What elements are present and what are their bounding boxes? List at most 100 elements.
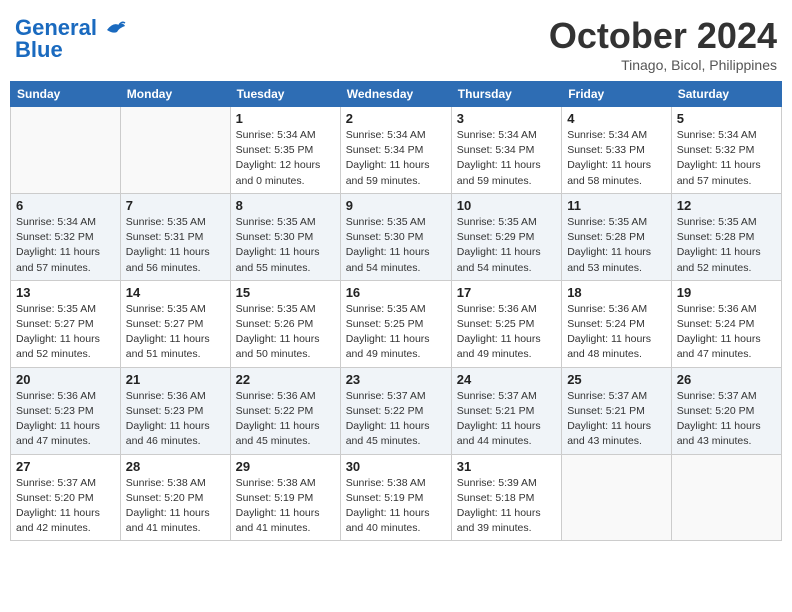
calendar-cell: 28 Sunrise: 5:38 AM Sunset: 5:20 PM Dayli… xyxy=(120,454,230,541)
day-info: Sunrise: 5:37 AM Sunset: 5:20 PM Dayligh… xyxy=(16,476,115,537)
day-info: Sunrise: 5:35 AM Sunset: 5:31 PM Dayligh… xyxy=(126,215,225,276)
day-number: 15 xyxy=(236,285,335,300)
day-info: Sunrise: 5:34 AM Sunset: 5:33 PM Dayligh… xyxy=(567,128,666,189)
day-number: 7 xyxy=(126,198,225,213)
calendar-cell xyxy=(562,454,672,541)
day-number: 4 xyxy=(567,111,666,126)
day-number: 20 xyxy=(16,372,115,387)
day-info: Sunrise: 5:35 AM Sunset: 5:29 PM Dayligh… xyxy=(457,215,556,276)
day-info: Sunrise: 5:36 AM Sunset: 5:25 PM Dayligh… xyxy=(457,302,556,363)
calendar-cell xyxy=(120,107,230,194)
day-info: Sunrise: 5:34 AM Sunset: 5:32 PM Dayligh… xyxy=(16,215,115,276)
day-number: 16 xyxy=(346,285,446,300)
day-info: Sunrise: 5:35 AM Sunset: 5:30 PM Dayligh… xyxy=(236,215,335,276)
day-number: 14 xyxy=(126,285,225,300)
day-info: Sunrise: 5:34 AM Sunset: 5:34 PM Dayligh… xyxy=(457,128,556,189)
weekday-header-sunday: Sunday xyxy=(11,82,121,107)
page-header: General Blue October 2024 Tinago, Bicol,… xyxy=(10,10,782,73)
day-info: Sunrise: 5:37 AM Sunset: 5:22 PM Dayligh… xyxy=(346,389,446,450)
calendar-cell: 22 Sunrise: 5:36 AM Sunset: 5:22 PM Dayli… xyxy=(230,367,340,454)
day-info: Sunrise: 5:38 AM Sunset: 5:19 PM Dayligh… xyxy=(236,476,335,537)
day-info: Sunrise: 5:37 AM Sunset: 5:21 PM Dayligh… xyxy=(567,389,666,450)
logo-bird-icon xyxy=(105,20,127,38)
calendar-cell: 18 Sunrise: 5:36 AM Sunset: 5:24 PM Dayli… xyxy=(562,280,672,367)
day-info: Sunrise: 5:35 AM Sunset: 5:26 PM Dayligh… xyxy=(236,302,335,363)
day-number: 6 xyxy=(16,198,115,213)
weekday-header-wednesday: Wednesday xyxy=(340,82,451,107)
day-info: Sunrise: 5:34 AM Sunset: 5:32 PM Dayligh… xyxy=(677,128,776,189)
calendar-cell: 16Sunrise: 5:35 AM Sunset: 5:25 PM Dayli… xyxy=(340,280,451,367)
day-number: 23 xyxy=(346,372,446,387)
calendar-cell: 24 Sunrise: 5:37 AM Sunset: 5:21 PM Dayli… xyxy=(451,367,561,454)
day-number: 18 xyxy=(567,285,666,300)
calendar-cell: 10 Sunrise: 5:35 AM Sunset: 5:29 PM Dayli… xyxy=(451,193,561,280)
day-number: 1 xyxy=(236,111,335,126)
calendar-cell: 20 Sunrise: 5:36 AM Sunset: 5:23 PM Dayli… xyxy=(11,367,121,454)
day-number: 12 xyxy=(677,198,776,213)
calendar-cell: 13 Sunrise: 5:35 AM Sunset: 5:27 PM Dayli… xyxy=(11,280,121,367)
day-number: 19 xyxy=(677,285,776,300)
day-number: 24 xyxy=(457,372,556,387)
weekday-header-monday: Monday xyxy=(120,82,230,107)
day-number: 27 xyxy=(16,459,115,474)
day-info: Sunrise: 5:37 AM Sunset: 5:21 PM Dayligh… xyxy=(457,389,556,450)
calendar-cell: 5Sunrise: 5:34 AM Sunset: 5:32 PM Daylig… xyxy=(671,107,781,194)
day-info: Sunrise: 5:34 AM Sunset: 5:35 PM Dayligh… xyxy=(236,128,335,189)
day-info: Sunrise: 5:36 AM Sunset: 5:23 PM Dayligh… xyxy=(16,389,115,450)
calendar-cell: 31 Sunrise: 5:39 AM Sunset: 5:18 PM Dayli… xyxy=(451,454,561,541)
logo-blue-text: Blue xyxy=(15,37,63,63)
calendar-cell: 30 Sunrise: 5:38 AM Sunset: 5:19 PM Dayli… xyxy=(340,454,451,541)
day-info: Sunrise: 5:35 AM Sunset: 5:30 PM Dayligh… xyxy=(346,215,446,276)
day-info: Sunrise: 5:36 AM Sunset: 5:24 PM Dayligh… xyxy=(567,302,666,363)
calendar-cell: 2Sunrise: 5:34 AM Sunset: 5:34 PM Daylig… xyxy=(340,107,451,194)
day-number: 26 xyxy=(677,372,776,387)
day-info: Sunrise: 5:36 AM Sunset: 5:24 PM Dayligh… xyxy=(677,302,776,363)
day-number: 10 xyxy=(457,198,556,213)
month-title: October 2024 xyxy=(549,15,777,57)
calendar-cell: 4 Sunrise: 5:34 AM Sunset: 5:33 PM Daylig… xyxy=(562,107,672,194)
day-number: 17 xyxy=(457,285,556,300)
day-number: 22 xyxy=(236,372,335,387)
calendar-cell: 21Sunrise: 5:36 AM Sunset: 5:23 PM Dayli… xyxy=(120,367,230,454)
calendar-cell: 6 Sunrise: 5:34 AM Sunset: 5:32 PM Daylig… xyxy=(11,193,121,280)
weekday-header-thursday: Thursday xyxy=(451,82,561,107)
calendar-header-row: SundayMondayTuesdayWednesdayThursdayFrid… xyxy=(11,82,782,107)
calendar-week-row: 1 Sunrise: 5:34 AM Sunset: 5:35 PM Daylig… xyxy=(11,107,782,194)
calendar-cell: 9Sunrise: 5:35 AM Sunset: 5:30 PM Daylig… xyxy=(340,193,451,280)
day-info: Sunrise: 5:35 AM Sunset: 5:27 PM Dayligh… xyxy=(16,302,115,363)
calendar-cell: 8Sunrise: 5:35 AM Sunset: 5:30 PM Daylig… xyxy=(230,193,340,280)
day-number: 3 xyxy=(457,111,556,126)
calendar-cell: 14Sunrise: 5:35 AM Sunset: 5:27 PM Dayli… xyxy=(120,280,230,367)
weekday-header-saturday: Saturday xyxy=(671,82,781,107)
day-info: Sunrise: 5:39 AM Sunset: 5:18 PM Dayligh… xyxy=(457,476,556,537)
calendar-cell: 29Sunrise: 5:38 AM Sunset: 5:19 PM Dayli… xyxy=(230,454,340,541)
calendar-cell: 7 Sunrise: 5:35 AM Sunset: 5:31 PM Daylig… xyxy=(120,193,230,280)
day-info: Sunrise: 5:36 AM Sunset: 5:23 PM Dayligh… xyxy=(126,389,225,450)
title-block: October 2024 Tinago, Bicol, Philippines xyxy=(549,15,777,73)
calendar-cell: 17 Sunrise: 5:36 AM Sunset: 5:25 PM Dayli… xyxy=(451,280,561,367)
day-number: 11 xyxy=(567,198,666,213)
weekday-header-tuesday: Tuesday xyxy=(230,82,340,107)
day-info: Sunrise: 5:38 AM Sunset: 5:19 PM Dayligh… xyxy=(346,476,446,537)
logo: General Blue xyxy=(15,15,127,63)
weekday-header-friday: Friday xyxy=(562,82,672,107)
calendar-cell: 1 Sunrise: 5:34 AM Sunset: 5:35 PM Daylig… xyxy=(230,107,340,194)
day-number: 28 xyxy=(126,459,225,474)
day-number: 30 xyxy=(346,459,446,474)
day-number: 25 xyxy=(567,372,666,387)
day-number: 31 xyxy=(457,459,556,474)
day-info: Sunrise: 5:38 AM Sunset: 5:20 PM Dayligh… xyxy=(126,476,225,537)
calendar-cell: 19 Sunrise: 5:36 AM Sunset: 5:24 PM Dayli… xyxy=(671,280,781,367)
calendar-cell xyxy=(671,454,781,541)
day-number: 13 xyxy=(16,285,115,300)
calendar-cell: 11 Sunrise: 5:35 AM Sunset: 5:28 PM Dayli… xyxy=(562,193,672,280)
day-info: Sunrise: 5:35 AM Sunset: 5:28 PM Dayligh… xyxy=(567,215,666,276)
location-subtitle: Tinago, Bicol, Philippines xyxy=(549,57,777,73)
day-info: Sunrise: 5:34 AM Sunset: 5:34 PM Dayligh… xyxy=(346,128,446,189)
calendar-cell: 27 Sunrise: 5:37 AM Sunset: 5:20 PM Dayli… xyxy=(11,454,121,541)
day-info: Sunrise: 5:36 AM Sunset: 5:22 PM Dayligh… xyxy=(236,389,335,450)
calendar-cell: 12Sunrise: 5:35 AM Sunset: 5:28 PM Dayli… xyxy=(671,193,781,280)
calendar-cell: 23 Sunrise: 5:37 AM Sunset: 5:22 PM Dayli… xyxy=(340,367,451,454)
calendar-cell: 25 Sunrise: 5:37 AM Sunset: 5:21 PM Dayli… xyxy=(562,367,672,454)
calendar-table: SundayMondayTuesdayWednesdayThursdayFrid… xyxy=(10,81,782,541)
